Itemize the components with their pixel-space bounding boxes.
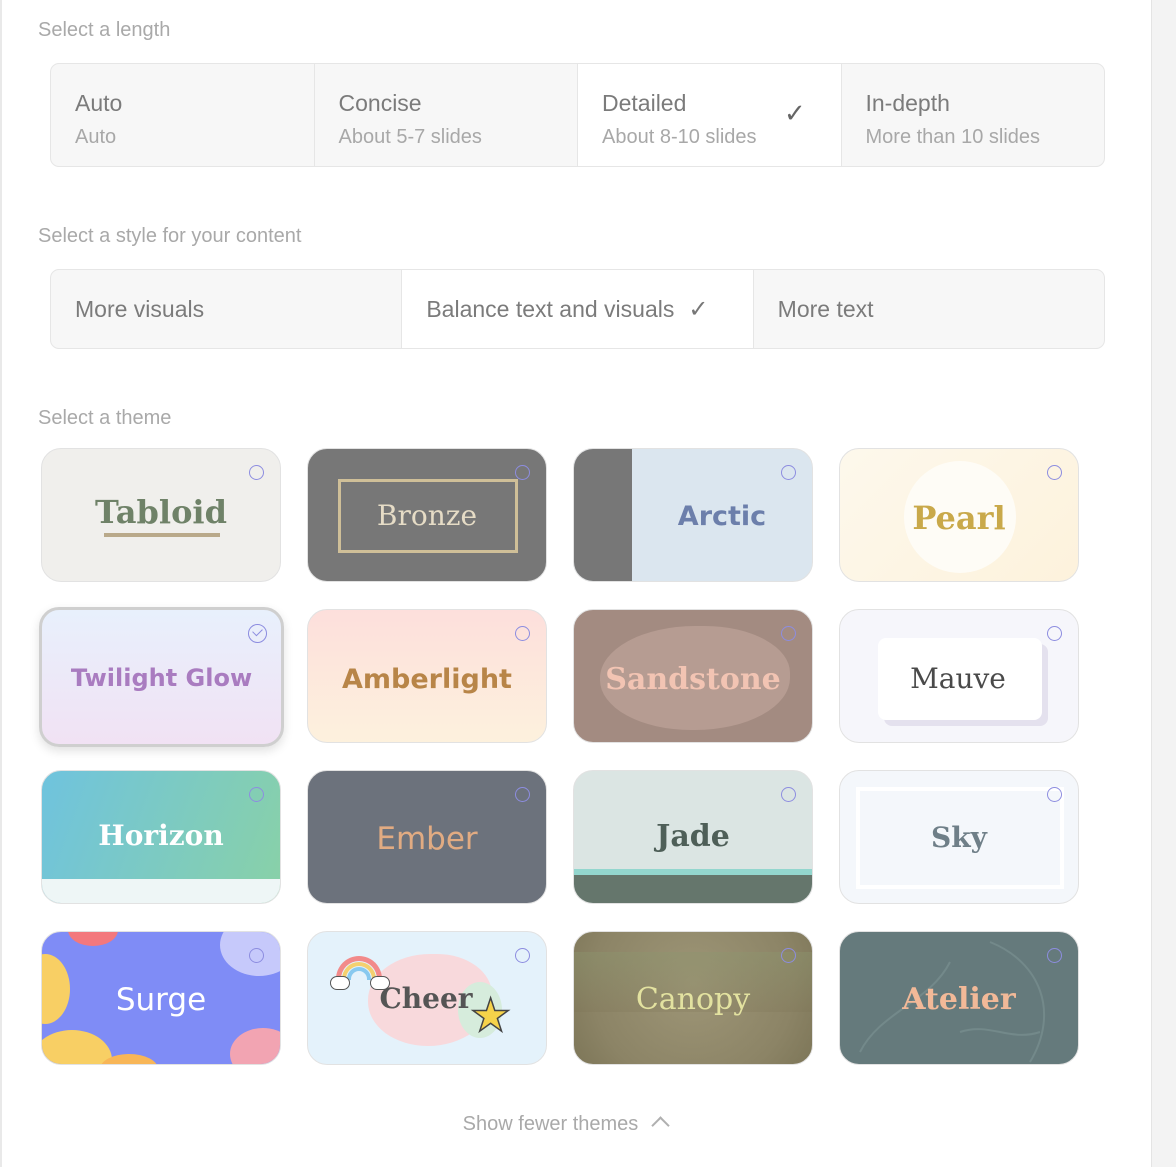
theme-name: Jade (656, 819, 730, 854)
length-selector: Auto Auto Concise About 5-7 slides Detai… (50, 63, 1105, 167)
panel-left-border (0, 0, 2, 1167)
theme-radio[interactable] (781, 626, 796, 641)
theme-radio[interactable] (1047, 465, 1062, 480)
tabloid-underline (104, 533, 220, 537)
theme-card-tabloid[interactable]: Tabloid (41, 448, 281, 582)
theme-radio[interactable] (515, 787, 530, 802)
theme-radio[interactable] (781, 465, 796, 480)
theme-card-horizon[interactable]: Horizon (41, 770, 281, 904)
jade-band (574, 875, 812, 903)
style-option-label: Balance text and visuals (426, 295, 675, 322)
length-option-in-depth[interactable]: In-depth More than 10 slides (842, 64, 1105, 166)
horizon-band (42, 879, 280, 903)
theme-name: Horizon (98, 819, 224, 852)
surge-shape (68, 932, 118, 946)
theme-name: Surge (115, 982, 207, 1018)
theme-radio[interactable] (1047, 626, 1062, 641)
length-option-title: Detailed (602, 90, 687, 116)
theme-radio[interactable] (249, 948, 264, 963)
theme-radio[interactable] (781, 948, 796, 963)
theme-card-twilight-glow[interactable]: Twilight Glow (39, 607, 284, 747)
show-fewer-label: Show fewer themes (462, 1113, 639, 1135)
theme-radio-checked-icon[interactable] (248, 624, 267, 643)
style-option-more-text[interactable]: More text (754, 270, 1104, 348)
theme-name: Mauve (910, 662, 1006, 695)
theme-card-sandstone[interactable]: Sandstone (573, 609, 813, 743)
style-option-label: More visuals (75, 295, 205, 322)
theme-card-sky[interactable]: Sky (839, 770, 1079, 904)
theme-name: Sandstone (605, 662, 781, 697)
theme-radio[interactable] (1047, 948, 1062, 963)
length-option-title: Auto (75, 90, 123, 116)
style-section-label: Select a style for your content (38, 225, 302, 247)
length-option-auto[interactable]: Auto Auto (51, 64, 315, 166)
theme-name: Canopy (635, 982, 751, 1017)
theme-name: Atelier (902, 982, 1016, 1017)
theme-radio[interactable] (515, 626, 530, 641)
style-selector: More visuals Balance text and visuals ✓ … (50, 269, 1105, 349)
length-option-title: Concise (338, 90, 422, 116)
style-option-label: More text (777, 295, 874, 322)
length-option-detailed[interactable]: Detailed About 8-10 slides ✓ (578, 64, 842, 166)
theme-radio[interactable] (249, 465, 264, 480)
length-option-subtitle: About 5-7 slides (338, 126, 482, 148)
arctic-side-band (574, 449, 632, 581)
length-section-label: Select a length (38, 19, 171, 41)
surge-shape (42, 1030, 112, 1064)
theme-name: Twilight Glow (70, 664, 253, 692)
theme-name: Amberlight (342, 664, 512, 695)
theme-card-bronze[interactable]: Bronze (307, 448, 547, 582)
theme-name: Pearl (912, 499, 1006, 537)
theme-radio[interactable] (781, 787, 796, 802)
theme-radio[interactable] (515, 465, 530, 480)
theme-radio[interactable] (1047, 787, 1062, 802)
length-option-subtitle: Auto (75, 126, 117, 148)
theme-card-cheer[interactable]: Cheer ★ (307, 931, 547, 1065)
theme-card-surge[interactable]: Surge (41, 931, 281, 1065)
theme-name: Sky (931, 821, 987, 854)
length-option-title: In-depth (865, 90, 950, 116)
theme-card-atelier[interactable]: Atelier (839, 931, 1079, 1065)
chevron-up-icon (651, 1116, 671, 1135)
style-option-more-visuals[interactable]: More visuals (51, 270, 403, 348)
theme-card-jade[interactable]: Jade (573, 770, 813, 904)
theme-card-canopy[interactable]: Canopy (573, 931, 813, 1065)
theme-card-ember[interactable]: Ember (307, 770, 547, 904)
theme-card-mauve[interactable]: Mauve (839, 609, 1079, 743)
theme-radio[interactable] (515, 948, 530, 963)
length-option-subtitle: More than 10 slides (865, 126, 1041, 148)
theme-name: Bronze (376, 499, 478, 532)
surge-shape (230, 1028, 280, 1064)
theme-radio[interactable] (249, 787, 264, 802)
length-option-subtitle: About 8-10 slides (602, 126, 757, 148)
theme-name: Cheer (379, 982, 473, 1015)
theme-name: Ember (376, 821, 478, 857)
selected-check-icon: ✓ (688, 295, 709, 323)
theme-card-arctic[interactable]: Arctic (573, 448, 813, 582)
length-option-concise[interactable]: Concise About 5-7 slides (315, 64, 578, 166)
theme-section-label: Select a theme (38, 407, 172, 429)
show-fewer-themes-button[interactable]: Show fewer themes (0, 1113, 1130, 1136)
style-option-balance[interactable]: Balance text and visuals ✓ (402, 270, 754, 348)
theme-card-pearl[interactable]: Pearl (839, 448, 1079, 582)
theme-name: Tabloid (95, 493, 227, 531)
theme-card-amberlight[interactable]: Amberlight (307, 609, 547, 743)
scrollbar-track[interactable] (1151, 0, 1176, 1167)
theme-name: Arctic (677, 501, 767, 532)
selected-check-icon: ✓ (784, 98, 806, 128)
